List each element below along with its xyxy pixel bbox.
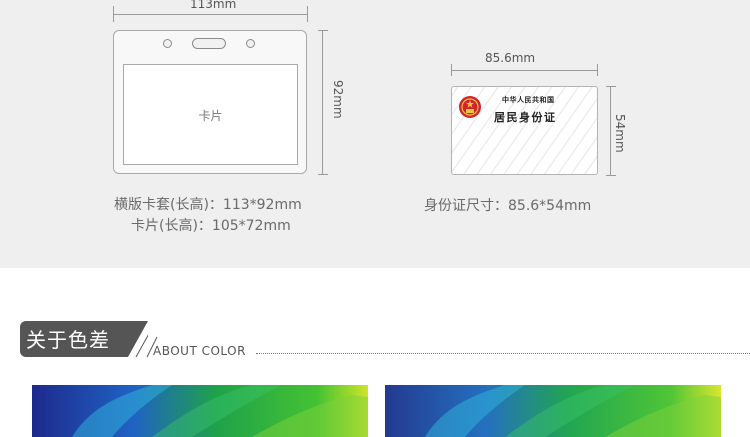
idcard-height-tick-top [606,86,616,87]
holder-caption-line2: 卡片(长高)：105*72mm [131,218,291,234]
holder-width-line [113,14,308,15]
badge-holder: 卡片 [113,30,307,174]
color-sample-left [32,385,368,437]
holder-height-line [322,30,323,175]
idcard-width-line [451,70,598,71]
holder-height-tick-top [318,30,328,31]
idcard-country-text: 中华人民共和国 [502,95,555,104]
holder-height-tick-bottom [318,174,328,175]
idcard-caption: 身份证尺寸：85.6*54mm [424,198,592,214]
idcard-title-text: 居民身份证 [494,111,557,124]
id-card: 中华人民共和国 居民身份证 [451,86,598,175]
idcard-height-label: 54mm [613,114,627,153]
holder-lanyard-slot [192,38,226,49]
idcard-height-line [610,86,611,176]
color-sample-right [385,385,721,437]
holder-hole-right [246,39,255,48]
section-subtitle: ABOUT COLOR [153,344,246,358]
holder-caption-line1: 横版卡套(长高)：113*92mm [114,197,302,213]
card-window: 卡片 [123,64,298,165]
section-title: 关于色差 [26,328,110,352]
card-label: 卡片 [198,109,223,123]
holder-width-label: 113mm [190,0,237,11]
idcard-width-label: 85.6mm [485,51,536,65]
size-comparison-panel: 113mm 卡片 92mm 横版卡套(长高)：113*92mm 卡片(长高)：1… [0,0,750,268]
idcard-height-tick-bottom [606,175,616,176]
dotted-divider [256,353,750,354]
holder-height-label: 92mm [331,80,345,119]
national-emblem-icon [459,96,481,118]
holder-hole-left [163,39,172,48]
